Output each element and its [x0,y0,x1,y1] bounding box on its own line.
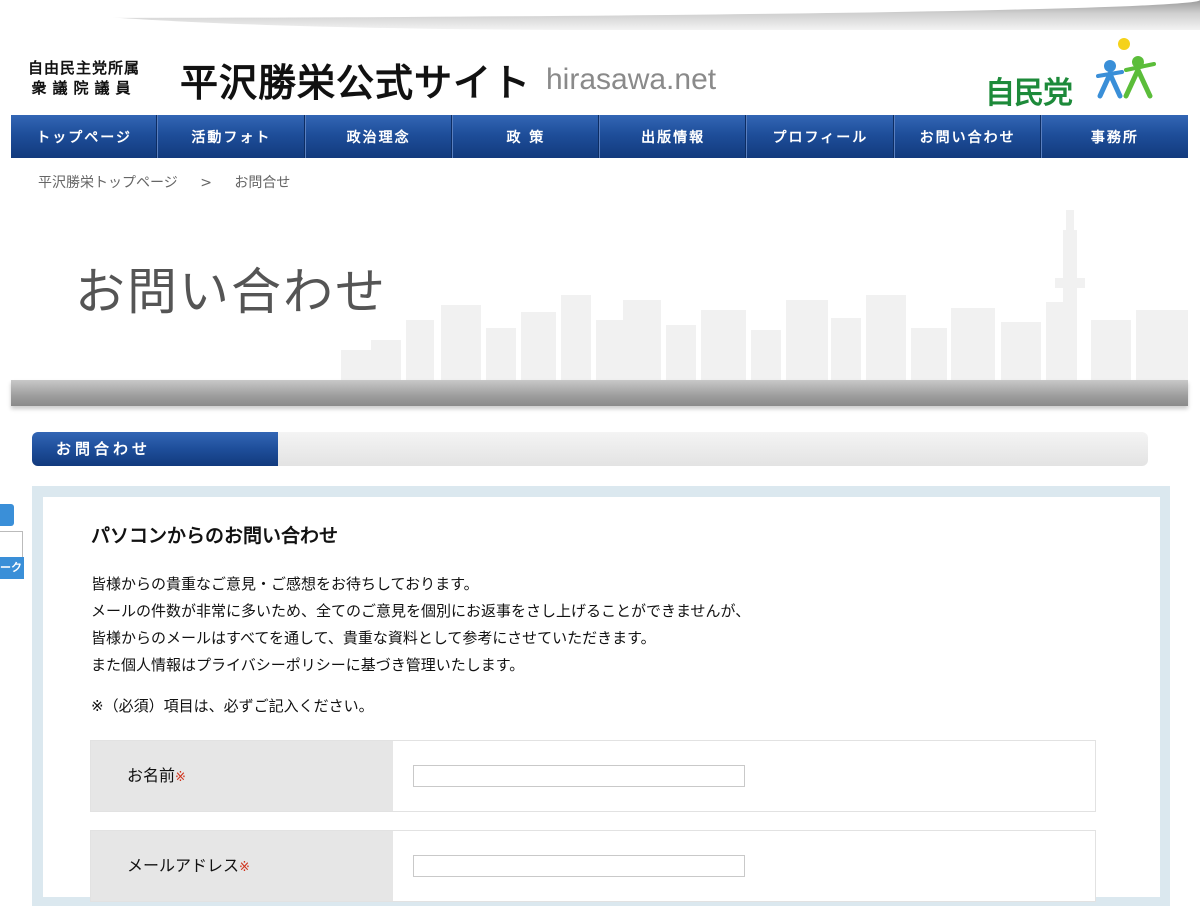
site-header: 自由民主党所属 衆議院議員 平沢勝栄公式サイト hirasawa.net 自民党 [0,30,1200,114]
page-hero: お問い合わせ [11,200,1188,380]
affiliation: 自由民主党所属 衆議院議員 [28,58,140,98]
site-domain: hirasawa.net [546,63,717,96]
breadcrumb-separator: > [200,175,212,191]
intro-line: 皆様からのメールはすべてを通して、貴重な資料として参考にさせていただきます。 [91,629,656,647]
side-widget-tab[interactable] [0,504,14,526]
affiliation-role: 衆議院議員 [31,79,137,97]
side-widget-box[interactable] [0,531,23,559]
name-label-text: お名前 [127,766,176,785]
name-input[interactable] [413,765,745,787]
section-tab: お問合わせ [32,432,278,466]
form-row-name: お名前※ [90,740,1096,812]
nav-item-profile[interactable]: プロフィール [747,115,895,158]
email-label: メールアドレス※ [91,831,393,901]
intro-line: 皆様からの貴重なご意見・ご感想をお待ちしております。 [91,575,479,593]
required-mark: ※ [175,770,186,785]
contact-intro: 皆様からの貴重なご意見・ご感想をお待ちしております。 メールの件数が非常に多いた… [91,571,750,679]
intro-line: メールの件数が非常に多いため、全てのご意見を個別にお返事をさし上げることができま… [91,602,751,620]
hero-divider [11,380,1188,406]
contact-content: パソコンからのお問い合わせ 皆様からの貴重なご意見・ご感想をお待ちしております。… [43,497,1160,902]
breadcrumb: 平沢勝栄トップページ > お問合せ [38,172,290,192]
nav-item-policy[interactable]: 政 策 [453,115,600,158]
name-label: お名前※ [91,741,393,811]
section-header: お問合わせ [32,432,1148,466]
form-row-email: メールアドレス※ [90,830,1096,902]
nav-item-photo[interactable]: 活動フォト [158,115,306,158]
contact-heading: パソコンからのお問い合わせ [91,525,339,547]
breadcrumb-home-link[interactable]: 平沢勝栄トップページ [38,175,178,191]
nav-item-top[interactable]: トップページ [11,115,159,158]
nav-item-office[interactable]: 事務所 [1042,115,1188,158]
email-input[interactable] [413,855,745,877]
required-note: ※（必須）項目は、必ずご記入ください。 [91,697,374,715]
page-title: お問い合わせ [75,263,387,321]
side-widget-label[interactable]: ーク [0,557,24,579]
nav-item-publications[interactable]: 出版情報 [600,115,748,158]
party-mascot-icon [1096,38,1156,99]
email-label-text: メールアドレス [127,856,240,875]
global-nav: トップページ 活動フォト 政治理念 政 策 出版情報 プロフィール お問い合わせ… [11,115,1188,158]
intro-line: また個人情報はプライバシーポリシーに基づき管理いたします。 [91,656,525,674]
breadcrumb-current: お問合せ [234,175,291,191]
site-title[interactable]: 平沢勝栄公式サイト [180,52,531,107]
affiliation-party: 自由民主党所属 [28,59,141,77]
required-mark: ※ [239,860,250,875]
party-logo[interactable]: 自民党 [985,68,1073,112]
nav-item-philosophy[interactable]: 政治理念 [306,115,453,158]
nav-item-contact[interactable]: お問い合わせ [895,115,1042,158]
